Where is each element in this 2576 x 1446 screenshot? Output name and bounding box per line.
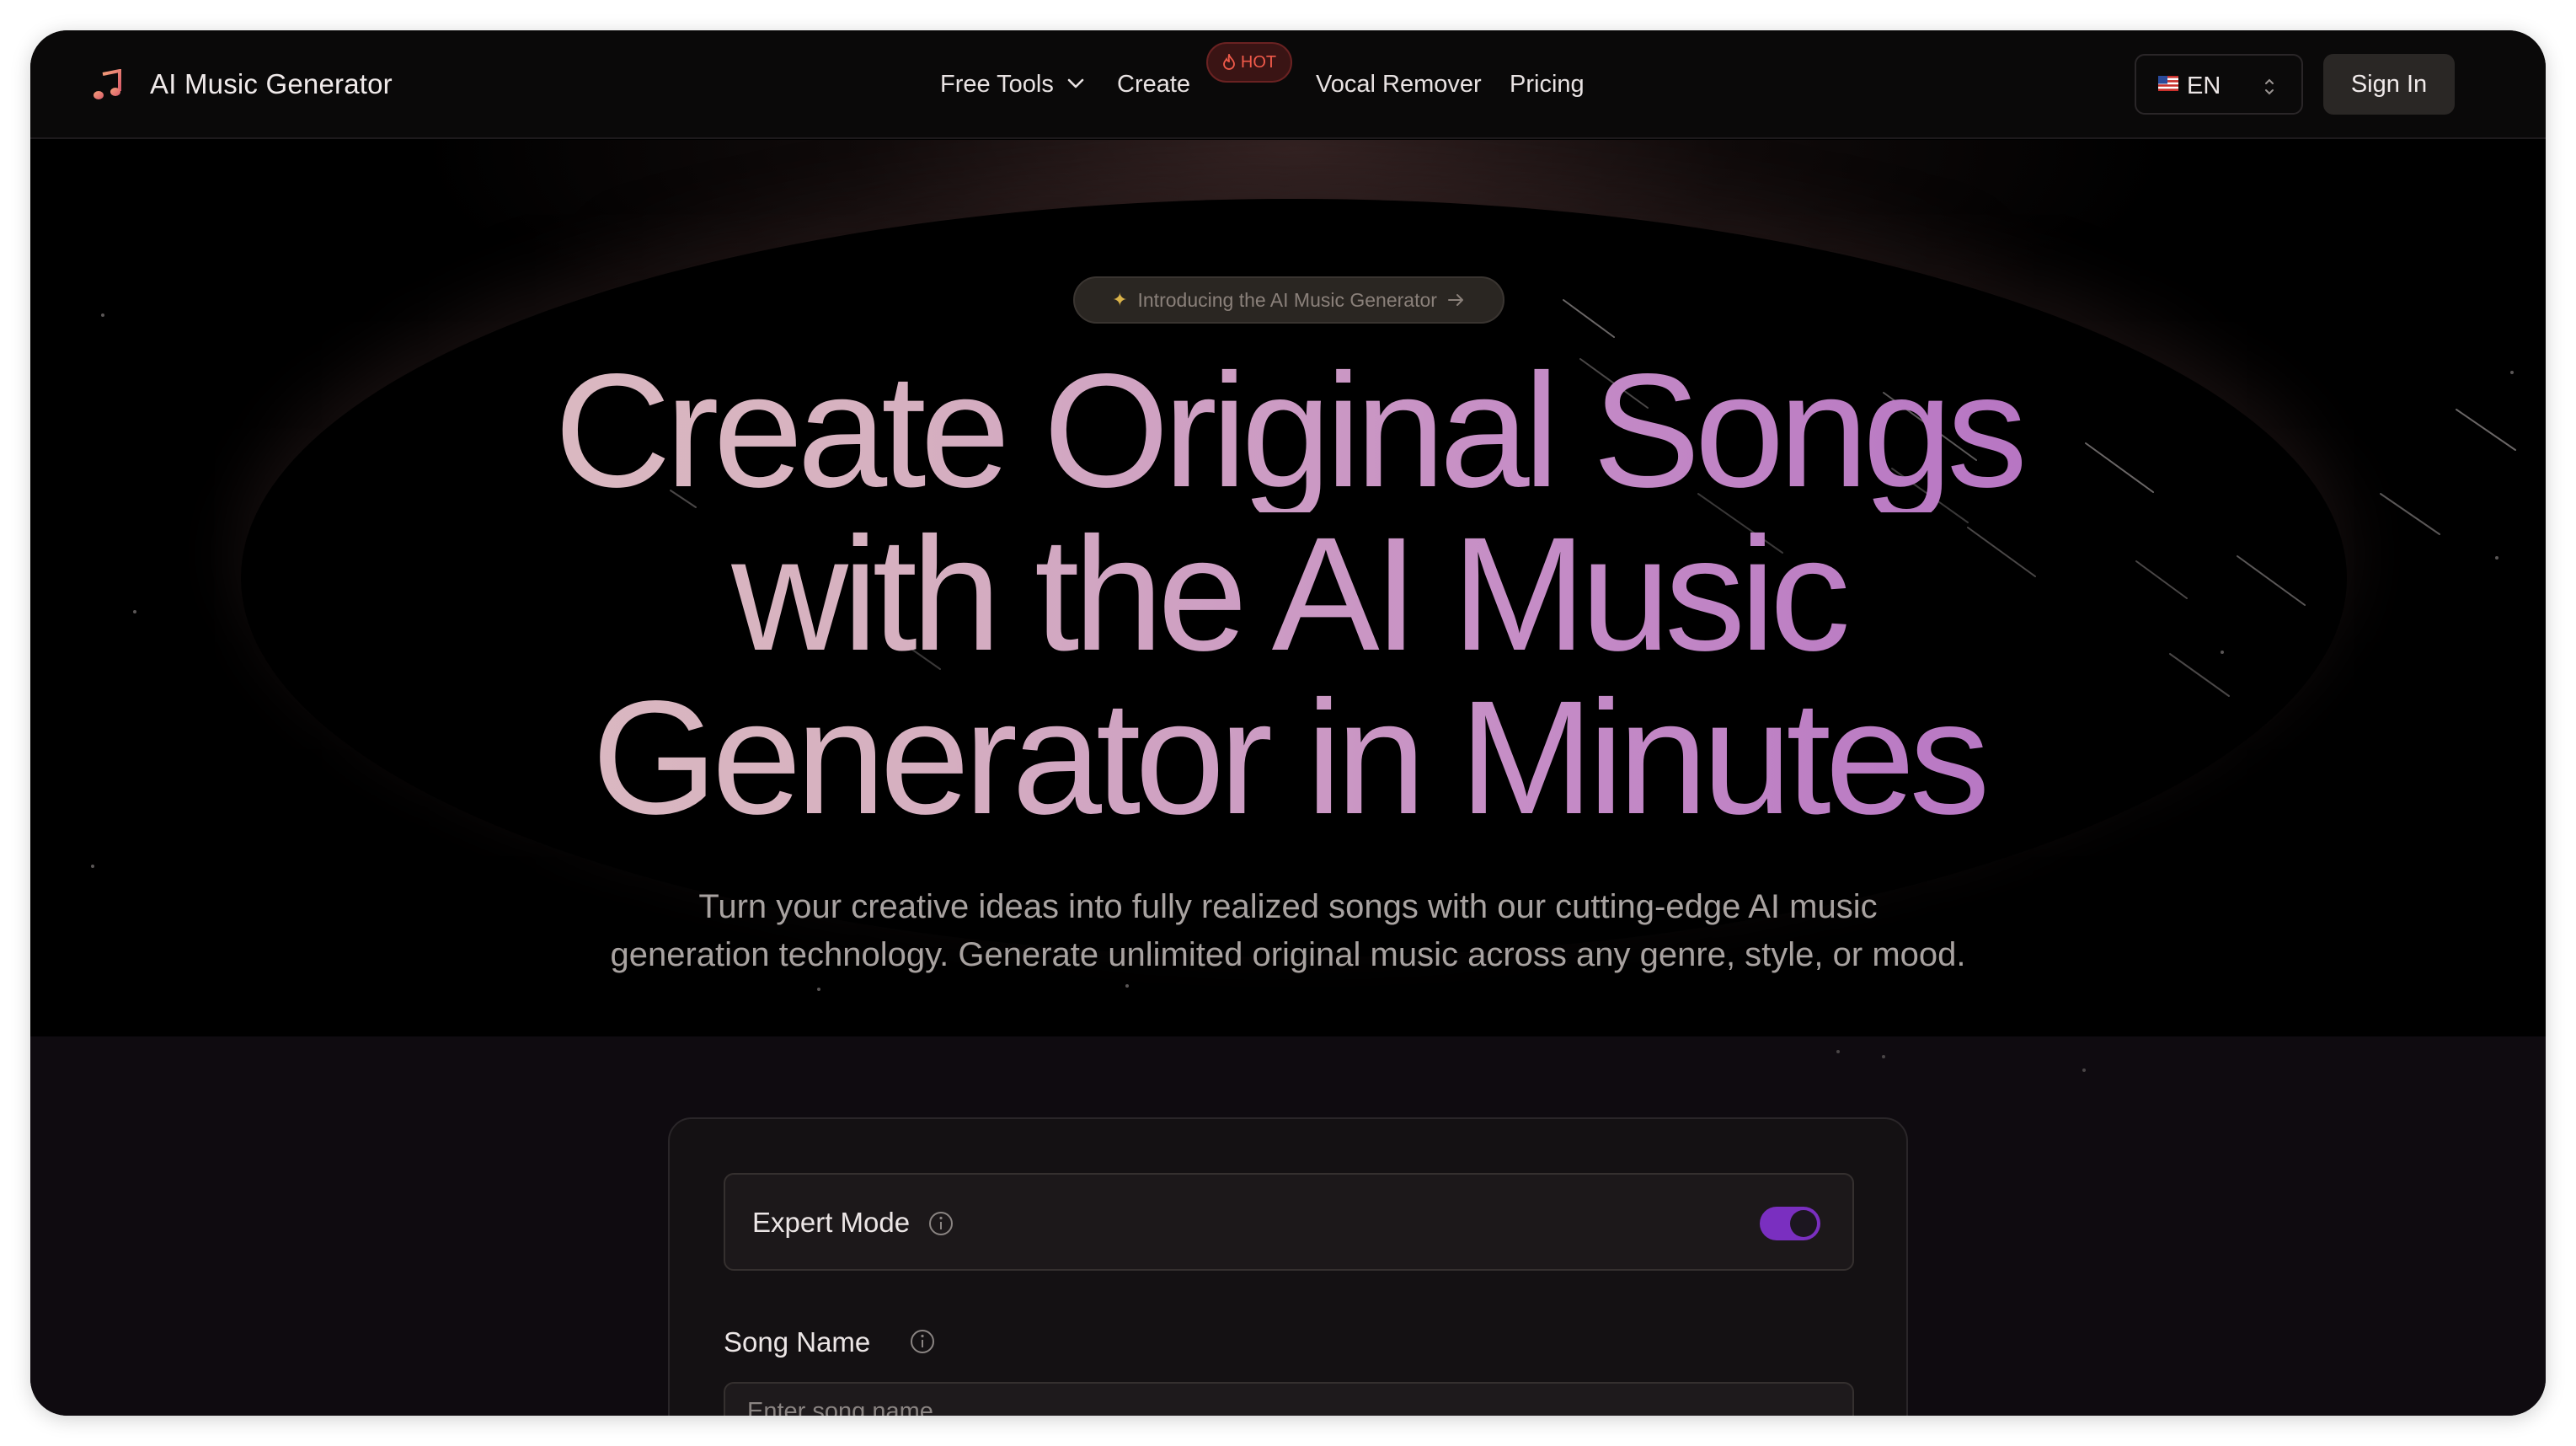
nav-pricing[interactable]: Pricing — [1510, 71, 1585, 99]
chevron-down-icon[interactable] — [1066, 78, 1085, 89]
hero-subtitle: Turn your creative ideas into fully real… — [536, 883, 2040, 979]
song-name-input[interactable] — [724, 1382, 1854, 1416]
hero-section: ✦ Introducing the AI Music Generator Cre… — [30, 140, 2546, 1036]
language-code: EN — [2187, 72, 2221, 99]
hot-badge: HOT — [1206, 42, 1292, 83]
hot-badge-label: HOT — [1240, 52, 1277, 72]
app-window: AI Music Generator Free Tools Create HOT… — [30, 30, 2546, 1416]
toggle-knob — [1790, 1210, 1817, 1237]
language-selector[interactable]: EN — [2135, 54, 2303, 115]
nav-free-tools[interactable]: Free Tools — [940, 71, 1054, 99]
song-name-label: Song Name — [724, 1326, 871, 1358]
nav-vocal-remover[interactable]: Vocal Remover — [1316, 71, 1482, 99]
info-icon[interactable] — [909, 1328, 936, 1355]
updown-chevron-icon — [2265, 78, 2274, 95]
headline-line-3: Generator in Minutes — [30, 676, 2546, 839]
subtitle-line-1: Turn your creative ideas into fully real… — [698, 888, 1878, 925]
section-stars — [1836, 1050, 2086, 1072]
sign-in-button[interactable]: Sign In — [2323, 54, 2455, 115]
intro-pill[interactable]: ✦ Introducing the AI Music Generator — [1073, 276, 1504, 324]
generator-card: Expert Mode Song Name — [668, 1117, 1908, 1416]
headline-line-2: with the AI Music — [30, 512, 2546, 676]
sparkle-icon: ✦ — [1112, 289, 1128, 310]
generator-section: Expert Mode Song Name — [30, 1036, 2546, 1416]
expert-mode-label: Expert Mode — [752, 1207, 911, 1238]
nav-create[interactable]: Create — [1117, 71, 1190, 99]
subtitle-line-2: generation technology. Generate unlimite… — [610, 936, 1966, 973]
hero-headline: Create Original Songs with the AI Music … — [30, 349, 2546, 839]
expert-mode-toggle[interactable] — [1760, 1207, 1820, 1240]
arrow-right-icon — [1447, 294, 1463, 306]
us-flag-icon — [2158, 76, 2178, 91]
flame-icon — [1222, 54, 1235, 70]
intro-pill-text: Introducing the AI Music Generator — [1137, 288, 1437, 311]
info-icon[interactable] — [927, 1210, 954, 1237]
expert-mode-row: Expert Mode — [724, 1173, 1854, 1271]
top-nav: AI Music Generator Free Tools Create HOT… — [30, 30, 2546, 139]
headline-line-1: Create Original Songs — [30, 349, 2546, 512]
